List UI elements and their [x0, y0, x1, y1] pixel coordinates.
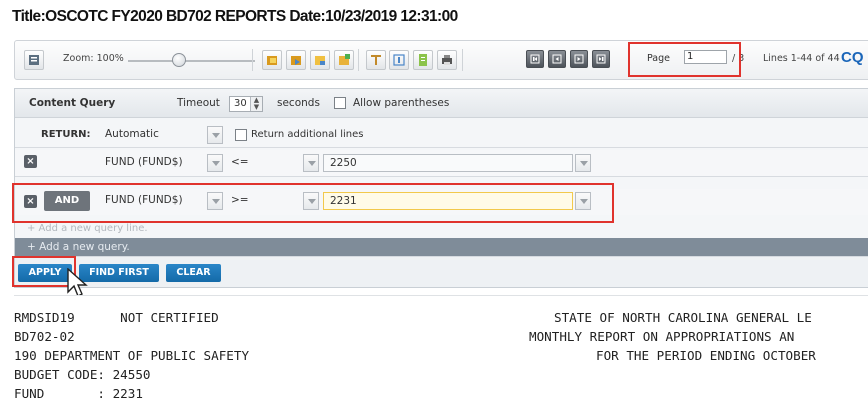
text-icon[interactable] [389, 50, 409, 70]
zoom-slider-track[interactable] [128, 60, 255, 62]
lines-count: Lines 1-44 of 44 [763, 53, 840, 64]
report-line: 190 DEPARTMENT OF PUBLIC SAFETY [14, 348, 250, 363]
return-dropdown-icon[interactable] [207, 126, 223, 144]
operator-dropdown-icon[interactable] [303, 154, 319, 172]
next-page-icon[interactable] [570, 50, 588, 68]
report-header-line: MONTHLY REPORT ON APPROPRIATIONS AN [529, 329, 795, 344]
remove-row-icon[interactable]: × [24, 155, 37, 168]
report-content: RMDSID19 NOT CERTIFIED BD702-02 190 DEPA… [14, 295, 868, 406]
add-query-line-label: + Add a new query line. [27, 223, 148, 234]
image-icon[interactable] [310, 50, 330, 70]
timeout-label: Timeout [177, 97, 220, 109]
allow-parentheses-label: Allow parentheses [353, 97, 450, 109]
toolbar-divider [358, 49, 359, 71]
return-label: RETURN: [41, 129, 91, 140]
return-additional-checkbox[interactable] [235, 129, 247, 141]
content-query-header: Content Query Timeout 30 ▲ ▼ seconds Allo… [15, 89, 868, 118]
first-page-icon[interactable] [526, 50, 544, 68]
find-first-button[interactable]: FIND FIRST [79, 264, 159, 282]
value-dropdown-icon[interactable] [575, 154, 591, 172]
query-row-1: × FUND (FUND$) <= 2250 [15, 150, 868, 177]
add-query-line[interactable]: + Add a new query line. [15, 223, 868, 237]
zoom-label: Zoom: 100% [63, 53, 124, 64]
add-query-bar[interactable]: + Add a new query. [15, 238, 868, 256]
timeout-input[interactable]: 30 ▲ ▼ [229, 96, 263, 112]
add-image-icon[interactable] [334, 50, 354, 70]
query-field-select[interactable]: FUND (FUND$) [99, 154, 207, 172]
timeout-unit: seconds [277, 97, 320, 109]
return-mode-select[interactable]: Automatic [99, 126, 207, 144]
cq-button[interactable]: CQ [841, 49, 864, 68]
query-value-input[interactable]: 2250 [323, 154, 573, 172]
report-header-line: STATE OF NORTH CAROLINA GENERAL LE [554, 310, 812, 325]
clear-button[interactable]: CLEAR [166, 264, 221, 282]
document-icon[interactable] [413, 50, 433, 70]
toolbar-divider [252, 49, 253, 71]
column-icon[interactable] [366, 50, 386, 70]
timeout-spinner[interactable]: ▲ ▼ [250, 97, 262, 111]
query-button-row: APPLY FIND FIRST CLEAR [15, 256, 868, 287]
report-icon[interactable] [24, 50, 44, 70]
query-operator-select[interactable]: <= [225, 154, 303, 172]
timeout-value: 30 [234, 98, 247, 109]
report-title: Title:OSCOTC FY2020 BD702 REPORTS Date:1… [12, 8, 458, 25]
page-highlight-box [628, 42, 741, 77]
return-additional-label: Return additional lines [251, 129, 364, 140]
return-row: RETURN: Automatic Return additional line… [15, 125, 868, 148]
report-line: FUND : 2231 [14, 386, 143, 401]
report-line: RMDSID19 NOT CERTIFIED [14, 310, 219, 325]
report-header-line: FOR THE PERIOD ENDING OCTOBER [596, 348, 816, 363]
query-row-highlight-box [12, 183, 614, 223]
folder-export-icon[interactable] [286, 50, 306, 70]
folder-open-icon[interactable] [262, 50, 282, 70]
report-line: BUDGET CODE: 24550 [14, 367, 151, 382]
report-line: BD702-02 [14, 329, 75, 344]
prev-page-icon[interactable] [548, 50, 566, 68]
last-page-icon[interactable] [592, 50, 610, 68]
content-query-title: Content Query [29, 97, 116, 109]
zoom-slider-knob[interactable] [172, 53, 186, 67]
add-query-label: + Add a new query. [27, 241, 130, 253]
toolbar-divider [462, 49, 463, 71]
field-dropdown-icon[interactable] [207, 154, 223, 172]
allow-parentheses-checkbox[interactable] [334, 97, 346, 109]
print-icon[interactable] [437, 50, 457, 70]
